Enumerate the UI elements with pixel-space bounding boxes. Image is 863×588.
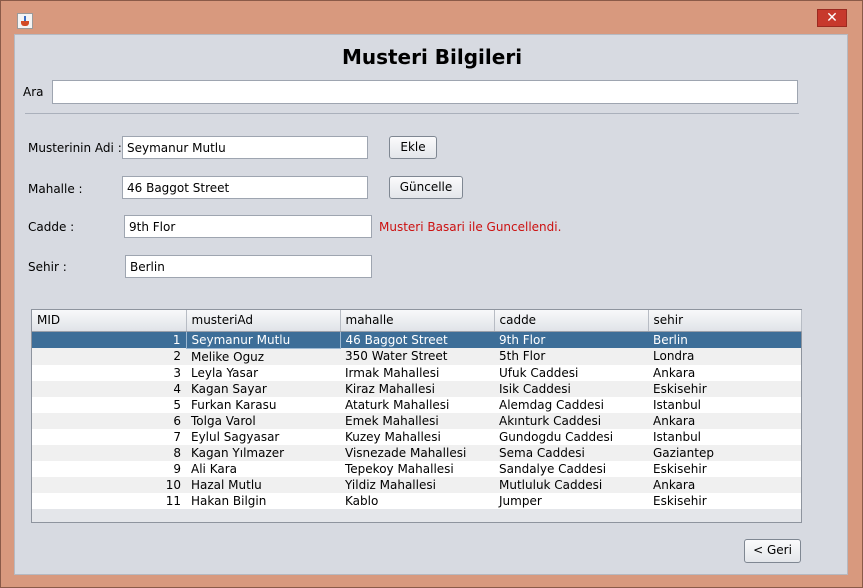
name-label: Musterinin Adi : [28, 141, 122, 155]
cell-musteriad: Hakan Bilgin [186, 492, 340, 509]
cell-cadde: Isik Caddesi [494, 380, 648, 397]
cell-sehir: Ankara [648, 412, 801, 429]
java-cup-icon [17, 13, 33, 29]
table-row[interactable]: 5 Furkan Karasu Ataturk Mahallesi Alemda… [32, 396, 801, 413]
cell-sehir: Eskisehir [648, 492, 801, 509]
back-button[interactable]: < Geri [744, 539, 801, 563]
cell-mahalle: Tepekoy Mahallesi [340, 460, 494, 477]
sehir-label: Sehir : [28, 260, 67, 274]
cell-mid: 11 [32, 492, 186, 509]
content-panel: Musteri Bilgileri Ara Musterinin Adi : E… [14, 34, 848, 575]
cell-mahalle: 46 Baggot Street [340, 331, 494, 348]
cell-musteriad: Eylul Sagyasar [186, 428, 340, 445]
java-cup-shape [21, 21, 29, 26]
column-header-musteriad[interactable]: musteriAd [186, 310, 341, 332]
table-row[interactable]: 8 Kagan Yılmazer Visnezade Mahallesi Sem… [32, 444, 801, 461]
table-header-row: MID musteriAd mahalle cadde sehir [32, 310, 802, 332]
app-window: ✕ Musteri Bilgileri Ara Musterinin Adi :… [0, 0, 863, 588]
search-input[interactable] [52, 80, 798, 104]
cadde-field[interactable] [124, 215, 372, 238]
cell-mid: 2 [32, 348, 186, 365]
page-title: Musteri Bilgileri [341, 45, 523, 69]
cell-mid: 9 [32, 460, 186, 477]
cell-mahalle: Irmak Mahallesi [340, 364, 494, 381]
cell-sehir: Londra [648, 348, 801, 365]
cell-sehir: Eskisehir [648, 460, 801, 477]
cell-mahalle: Kuzey Mahallesi [340, 428, 494, 445]
cell-mid: 4 [32, 380, 186, 397]
cell-musteriad: Seymanur Mutlu [185, 330, 341, 349]
name-field[interactable] [122, 136, 368, 159]
close-button[interactable]: ✕ [817, 9, 847, 27]
cell-cadde: Sema Caddesi [494, 444, 648, 461]
cell-mahalle: Yildiz Mahallesi [340, 476, 494, 493]
cell-sehir: Istanbul [648, 428, 801, 445]
cell-mahalle: Kablo [340, 492, 494, 509]
cell-mid: 6 [32, 412, 186, 429]
cell-musteriad: Tolga Varol [186, 412, 340, 429]
update-button[interactable]: Güncelle [389, 176, 463, 199]
table-row[interactable]: 6 Tolga Varol Emek Mahallesi Akınturk Ca… [32, 412, 801, 429]
cell-cadde: Mutluluk Caddesi [494, 476, 648, 493]
column-header-cadde[interactable]: cadde [494, 310, 649, 332]
cell-sehir: Berlin [648, 331, 801, 348]
cell-mahalle: Visnezade Mahallesi [340, 444, 494, 461]
cell-sehir: Ankara [648, 476, 801, 493]
table-row[interactable]: 1 Seymanur Mutlu 46 Baggot Street 9th Fl… [32, 330, 801, 349]
cell-cadde: 9th Flor [494, 331, 648, 348]
cell-sehir: Eskisehir [648, 380, 801, 397]
cell-musteriad: Leyla Yasar [186, 364, 340, 381]
cell-musteriad: Kagan Sayar [186, 380, 340, 397]
column-header-sehir[interactable]: sehir [648, 310, 802, 332]
cell-mahalle: Emek Mahallesi [340, 412, 494, 429]
cell-cadde: Gundogdu Caddesi [494, 428, 648, 445]
column-header-mahalle[interactable]: mahalle [340, 310, 495, 332]
cadde-label: Cadde : [28, 220, 75, 234]
cell-musteriad: Kagan Yılmazer [186, 444, 340, 461]
table-row[interactable]: 11 Hakan Bilgin Kablo Jumper Eskisehir [32, 492, 801, 509]
cell-musteriad: Furkan Karasu [186, 396, 340, 413]
cell-mid: 8 [32, 444, 186, 461]
cell-mid: 5 [32, 396, 186, 413]
cell-cadde: Sandalye Caddesi [494, 460, 648, 477]
cell-musteriad: Hazal Mutlu [186, 476, 340, 493]
customer-table[interactable]: MID musteriAd mahalle cadde sehir 1 Seym… [31, 309, 802, 523]
table-row[interactable]: 7 Eylul Sagyasar Kuzey Mahallesi Gundogd… [32, 428, 801, 445]
separator [25, 113, 799, 114]
cell-mid: 10 [32, 476, 186, 493]
cell-mid: 1 [32, 331, 186, 348]
cell-mid: 3 [32, 364, 186, 381]
mahalle-field[interactable] [122, 176, 368, 199]
table-row[interactable]: 10 Hazal Mutlu Yildiz Mahallesi Mutluluk… [32, 476, 801, 493]
cell-sehir: Ankara [648, 364, 801, 381]
table-row[interactable]: 4 Kagan Sayar Kiraz Mahallesi Isik Cadde… [32, 380, 801, 397]
status-message: Musteri Basari ile Guncellendi. [379, 220, 562, 234]
cell-cadde: Akınturk Caddesi [494, 412, 648, 429]
table-row[interactable]: 2 Melike Oguz 350 Water Street 5th Flor … [32, 348, 801, 365]
cell-cadde: Ufuk Caddesi [494, 364, 648, 381]
cell-mahalle: Kiraz Mahallesi [340, 380, 494, 397]
cell-mid: 7 [32, 428, 186, 445]
cell-cadde: Alemdag Caddesi [494, 396, 648, 413]
mahalle-label: Mahalle : [28, 182, 83, 196]
cell-musteriad: Melike Oguz [186, 348, 340, 365]
table-row[interactable]: 3 Leyla Yasar Irmak Mahallesi Ufuk Cadde… [32, 364, 801, 381]
cell-mahalle: Ataturk Mahallesi [340, 396, 494, 413]
cell-cadde: 5th Flor [494, 348, 648, 365]
cell-sehir: Istanbul [648, 396, 801, 413]
table-row[interactable]: 9 Ali Kara Tepekoy Mahallesi Sandalye Ca… [32, 460, 801, 477]
title-bar[interactable]: ✕ [1, 1, 862, 33]
cell-musteriad: Ali Kara [186, 460, 340, 477]
cell-cadde: Jumper [494, 492, 648, 509]
column-header-mid[interactable]: MID [32, 310, 187, 332]
sehir-field[interactable] [125, 255, 372, 278]
search-label: Ara [23, 85, 44, 99]
add-button[interactable]: Ekle [389, 136, 437, 159]
cell-mahalle: 350 Water Street [340, 348, 494, 365]
cell-sehir: Gaziantep [648, 444, 801, 461]
